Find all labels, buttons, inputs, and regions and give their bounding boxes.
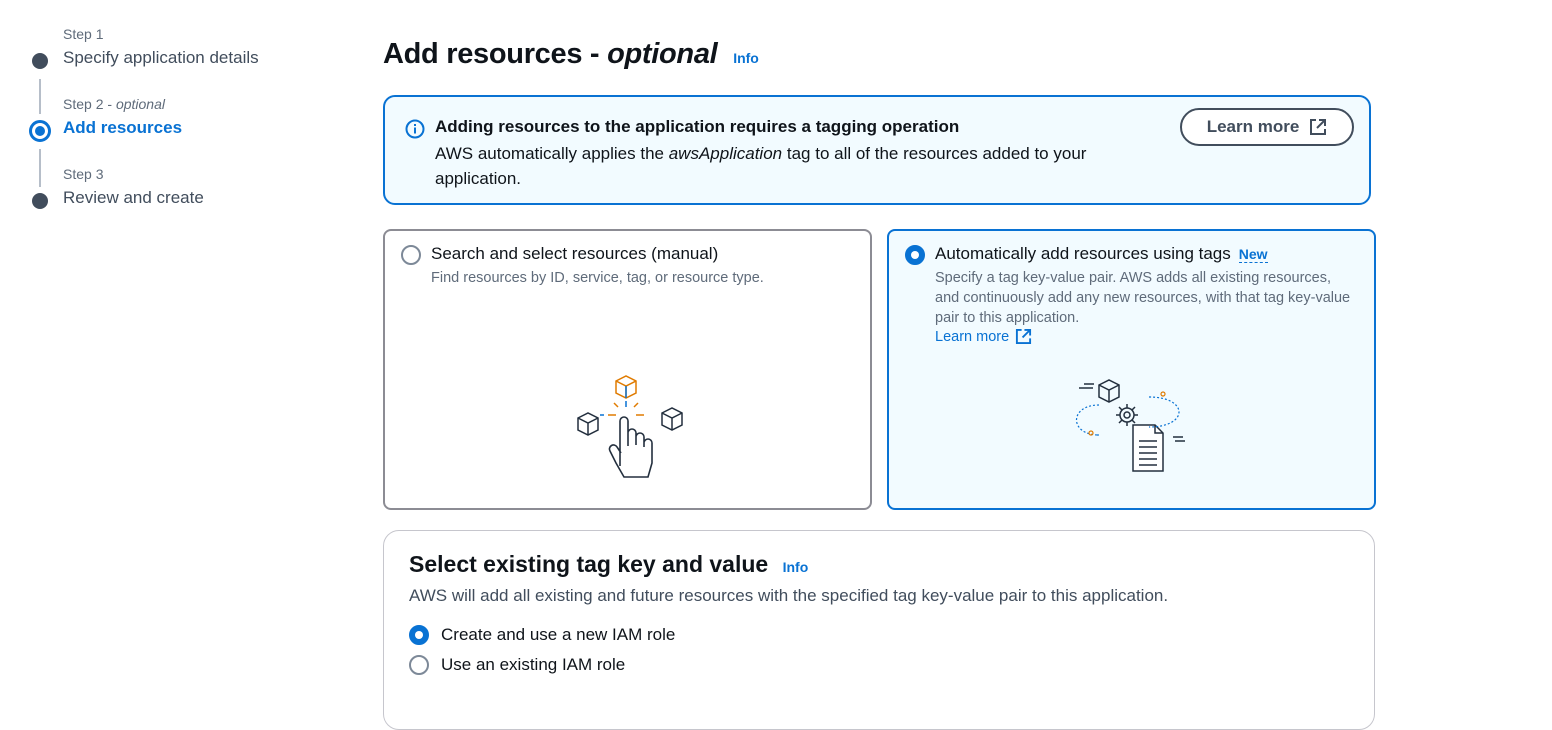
step-number-text: Step 2: [63, 96, 104, 112]
page-title: Add resources - optional Info: [383, 38, 759, 71]
page-title-text: Add resources -: [383, 38, 600, 70]
step-status-icon: [32, 53, 48, 69]
option-existing-iam-role[interactable]: Use an existing IAM role: [409, 655, 625, 675]
section-description: AWS will add all existing and future res…: [409, 586, 1169, 605]
tag-automation-illustration-icon: [1075, 379, 1185, 472]
alert-body-prefix: AWS automatically applies the: [435, 144, 664, 163]
option-new-iam-role[interactable]: Create and use a new IAM role: [409, 625, 675, 645]
info-alert: Adding resources to the application requ…: [383, 95, 1371, 205]
tile-tags-description: Specify a tag key-value pair. AWS adds a…: [935, 270, 1351, 326]
step-number: Step 3: [63, 166, 104, 182]
alert-body-tag: awsApplication: [668, 144, 783, 163]
step-number: Step 2 - optional: [63, 96, 165, 112]
option-new-iam-role-label: Create and use a new IAM role: [441, 625, 676, 644]
new-badge: New: [1238, 246, 1268, 263]
external-link-icon: [1016, 328, 1032, 345]
wizard-step-2[interactable]: Step 2 - optional Add resources: [28, 96, 328, 166]
tile-manual-label: Search and select resources (manual): [431, 244, 719, 263]
info-link[interactable]: Info: [733, 50, 759, 66]
tile-tags-label: Automatically add resources using tags Ne…: [935, 244, 1268, 264]
section-heading-text: Select existing tag key and value: [409, 551, 769, 577]
step-number: Step 1: [63, 26, 104, 42]
tile-manual-selection[interactable]: Search and select resources (manual) Fin…: [383, 229, 872, 510]
learn-more-button[interactable]: Learn more: [1180, 108, 1354, 146]
alert-heading: Adding resources to the application requ…: [435, 117, 960, 136]
step-status-icon: [32, 193, 48, 209]
radio-tags[interactable]: [905, 245, 925, 265]
section-heading: Select existing tag key and value Info: [409, 551, 808, 578]
step-title[interactable]: Add resources: [63, 118, 182, 138]
radio-manual[interactable]: [401, 245, 421, 265]
learn-more-label: Learn more: [1206, 117, 1300, 136]
tile-learn-more-label: Learn more: [935, 328, 1010, 345]
step-title[interactable]: Specify application details: [63, 48, 259, 68]
wizard-steps: Step 1 Specify application details Step …: [28, 26, 328, 236]
step-optional-label: optional: [115, 96, 165, 112]
tile-manual-description: Find resources by ID, service, tag, or r…: [431, 270, 764, 286]
step-current-icon: [29, 120, 51, 142]
wizard-step-1[interactable]: Step 1 Specify application details: [28, 26, 328, 96]
tile-tag-based[interactable]: Automatically add resources using tags Ne…: [887, 229, 1376, 510]
wizard-step-3[interactable]: Step 3 Review and create: [28, 166, 328, 236]
info-circle-icon: [405, 119, 425, 139]
alert-body: AWS automatically applies the awsApplica…: [435, 141, 1155, 191]
section-info-link[interactable]: Info: [783, 559, 809, 575]
tag-selection-container: Select existing tag key and value Info A…: [383, 530, 1375, 730]
external-link-icon: [1310, 119, 1327, 135]
option-existing-iam-role-label: Use an existing IAM role: [441, 655, 626, 674]
radio-new-iam-role[interactable]: [409, 625, 429, 645]
radio-existing-iam-role[interactable]: [409, 655, 429, 675]
tile-learn-more-link[interactable]: Learn more: [935, 328, 1032, 345]
step-title[interactable]: Review and create: [63, 188, 204, 208]
page-title-optional: optional: [607, 38, 718, 70]
hand-select-illustration-icon: [577, 375, 683, 478]
tile-tags-label-text: Automatically add resources using tags: [935, 244, 1231, 263]
